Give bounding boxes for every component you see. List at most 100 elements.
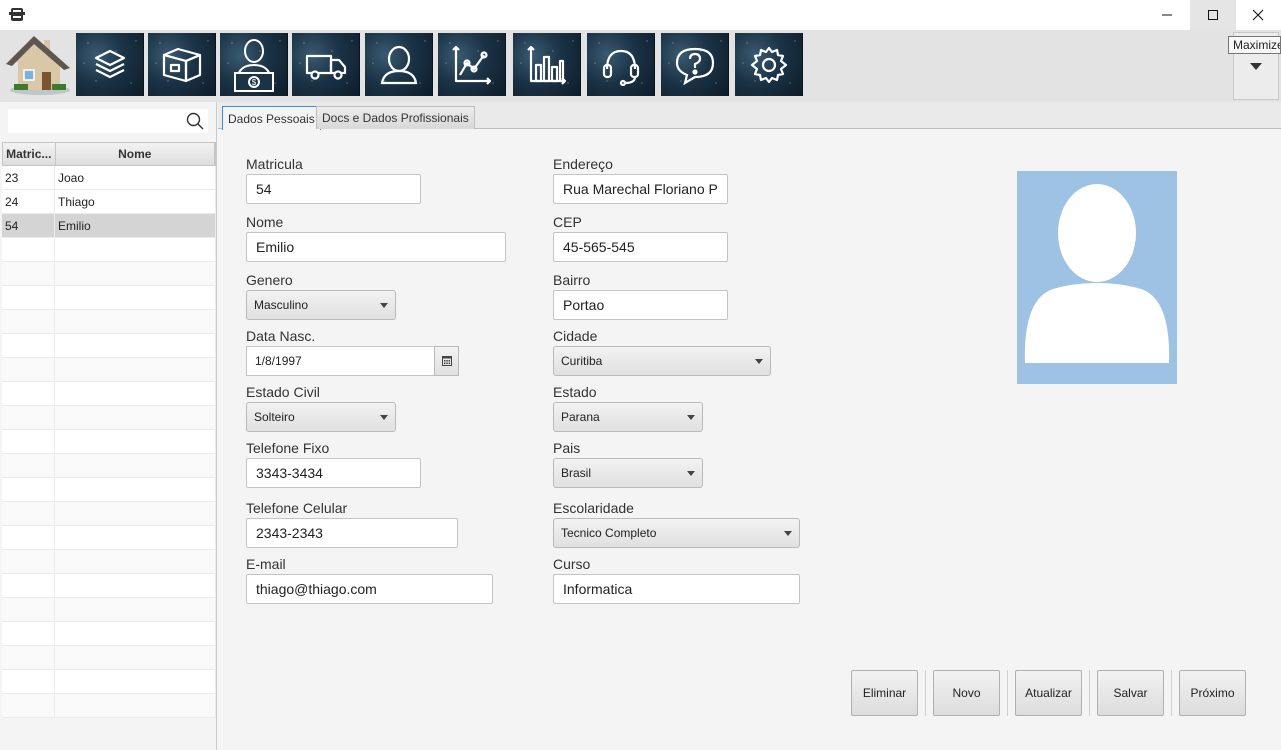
column-header-nome[interactable]: Nome xyxy=(56,143,215,165)
dropdown-arrow-icon xyxy=(380,415,388,420)
data-nasc-field[interactable]: 1/8/1997 xyxy=(246,346,435,376)
products-button[interactable] xyxy=(148,33,216,96)
empty-table-row xyxy=(2,310,216,334)
empty-cell xyxy=(2,334,55,357)
matricula-label: Matricula xyxy=(246,156,303,172)
line-chart-icon xyxy=(451,45,491,85)
curso-field[interactable]: Informatica xyxy=(553,574,800,604)
empty-cell xyxy=(2,454,55,477)
empty-table-row xyxy=(2,406,216,430)
bar-chart-icon xyxy=(526,45,566,85)
search-icon[interactable] xyxy=(186,112,204,130)
help-button[interactable] xyxy=(661,33,729,96)
support-button[interactable] xyxy=(587,33,655,96)
empty-cell xyxy=(2,670,55,693)
empty-cell xyxy=(55,670,216,693)
dropdown-arrow-icon xyxy=(784,531,792,536)
empty-cell xyxy=(55,646,216,669)
cell-matricula: 23 xyxy=(2,166,55,189)
empty-cell xyxy=(55,478,216,501)
empty-cell xyxy=(55,454,216,477)
layers-button[interactable] xyxy=(76,33,144,96)
novo-button[interactable]: Novo xyxy=(933,670,1000,716)
cidade-label: Cidade xyxy=(553,328,598,344)
tab-dados-pessoais[interactable]: Dados Pessoais xyxy=(222,106,321,130)
calendar-icon xyxy=(441,356,452,366)
search-input[interactable] xyxy=(8,109,178,133)
cidade-select[interactable]: Curitiba xyxy=(553,346,771,376)
truck-icon xyxy=(305,54,346,80)
maximize-icon xyxy=(1208,10,1218,20)
eliminar-button[interactable]: Eliminar xyxy=(851,670,918,716)
tab-docs-dados-profissionais[interactable]: Docs e Dados Profissionais xyxy=(316,106,475,129)
proximo-button[interactable]: Próximo xyxy=(1179,670,1246,716)
line-chart-button[interactable] xyxy=(438,33,506,96)
escolaridade-value: Tecnico Completo xyxy=(561,526,657,540)
salvar-button[interactable]: Salvar xyxy=(1097,670,1164,716)
empty-table-row xyxy=(2,430,216,454)
pais-select[interactable]: Brasil xyxy=(553,458,703,488)
help-icon xyxy=(675,47,714,85)
cep-field[interactable]: 45-565-545 xyxy=(553,232,728,262)
maximize-button[interactable] xyxy=(1190,0,1236,30)
search-box xyxy=(8,109,208,133)
genero-select[interactable]: Masculino xyxy=(246,290,396,320)
column-header-matricula[interactable]: Matric... xyxy=(3,143,56,165)
close-icon xyxy=(1252,9,1264,21)
house-icon xyxy=(6,36,70,95)
table-row[interactable]: 23 Joao xyxy=(2,166,216,190)
empty-cell xyxy=(55,406,216,429)
employee-photo[interactable] xyxy=(1017,171,1177,384)
date-picker-button[interactable] xyxy=(434,346,459,376)
escolaridade-select[interactable]: Tecnico Completo xyxy=(553,518,800,548)
telefone-fixo-field[interactable]: 3343-3434 xyxy=(246,458,421,488)
nome-field[interactable]: Emilio xyxy=(246,232,506,262)
box-icon xyxy=(162,47,201,82)
empty-cell xyxy=(55,550,216,573)
empty-cell xyxy=(2,478,55,501)
telefone-celular-field[interactable]: 2343-2343 xyxy=(246,518,458,548)
empty-cell xyxy=(55,526,216,549)
minimize-icon xyxy=(1162,14,1172,16)
empty-cell xyxy=(55,430,216,453)
estado-value: Parana xyxy=(561,410,600,424)
empty-cell xyxy=(55,238,216,261)
empty-cell xyxy=(2,430,55,453)
dropdown-arrow-icon xyxy=(687,415,695,420)
data-nasc-label: Data Nasc. xyxy=(246,328,316,344)
cep-label: CEP xyxy=(553,214,582,230)
empty-cell xyxy=(2,694,55,717)
bar-chart-button[interactable] xyxy=(513,33,581,96)
estado-civil-select[interactable]: Solteiro xyxy=(246,402,396,432)
empty-cell xyxy=(2,550,55,573)
estado-civil-label: Estado Civil xyxy=(246,384,320,400)
email-field[interactable]: thiago@thiago.com xyxy=(246,574,493,604)
home-button[interactable] xyxy=(4,32,72,98)
estado-select[interactable]: Parana xyxy=(553,402,703,432)
empty-table-row xyxy=(2,238,216,262)
estado-label: Estado xyxy=(553,384,597,400)
endereco-field[interactable]: Rua Marechal Floriano P xyxy=(553,174,728,204)
gear-icon xyxy=(750,46,787,83)
close-button[interactable] xyxy=(1235,0,1281,30)
divider xyxy=(925,670,926,716)
matricula-field[interactable]: 54 xyxy=(246,174,421,204)
table-row[interactable]: 24 Thiago xyxy=(2,190,216,214)
layers-icon xyxy=(94,49,125,78)
estado-civil-value: Solteiro xyxy=(254,410,295,424)
empty-cell xyxy=(55,310,216,333)
cashier-button[interactable]: $ xyxy=(220,33,288,96)
settings-button[interactable] xyxy=(735,33,803,96)
user-icon xyxy=(380,45,417,84)
empty-cell xyxy=(2,526,55,549)
cidade-value: Curitiba xyxy=(561,354,603,368)
empty-table-row xyxy=(2,334,216,358)
bairro-field[interactable]: Portao xyxy=(553,290,728,320)
empty-cell xyxy=(2,622,55,645)
atualizar-button[interactable]: Atualizar xyxy=(1015,670,1082,716)
minimize-button[interactable] xyxy=(1144,0,1190,30)
table-row-selected[interactable]: 54 Emilio xyxy=(2,214,216,238)
employees-button[interactable] xyxy=(365,33,433,96)
empty-table-row xyxy=(2,550,216,574)
delivery-button[interactable] xyxy=(292,33,360,96)
